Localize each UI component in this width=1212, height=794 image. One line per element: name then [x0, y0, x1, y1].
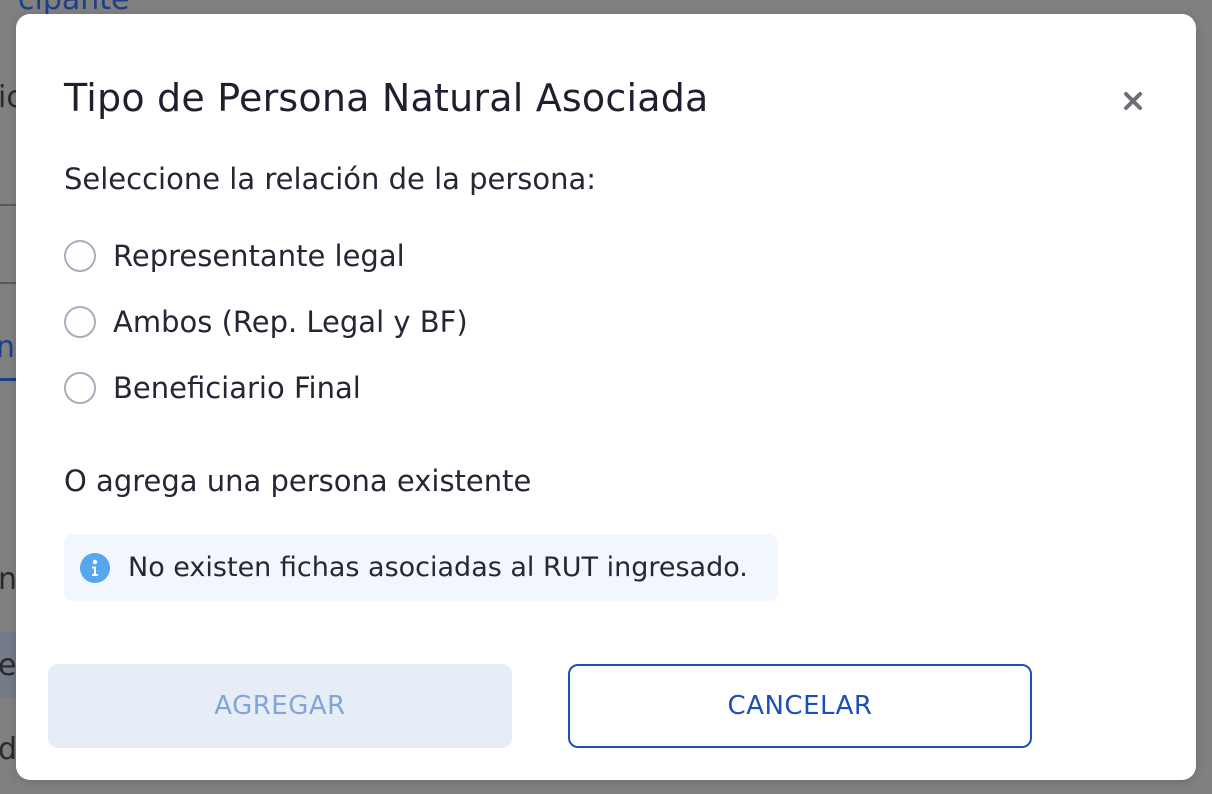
radio-option-legal-representative[interactable]: Representante legal — [64, 236, 405, 276]
radio-option-both[interactable]: Ambos (Rep. Legal y BF) — [64, 302, 468, 342]
background-text-fragment: de — [0, 732, 16, 767]
associated-person-dialog: Tipo de Persona Natural Asociada Selecci… — [16, 14, 1196, 780]
close-button[interactable] — [1116, 84, 1150, 118]
close-icon — [1124, 92, 1142, 110]
radio-label: Beneficiario Final — [113, 371, 361, 405]
existing-person-heading: O agrega una persona existente — [64, 464, 532, 498]
info-icon — [80, 552, 110, 583]
radio-button[interactable] — [64, 240, 96, 272]
radio-button[interactable] — [64, 306, 96, 338]
background-text-fragment: e — [0, 648, 16, 683]
background-text-fragment: n — [0, 562, 16, 597]
background-text-fragment: ic — [0, 80, 16, 115]
radio-button[interactable] — [64, 372, 96, 404]
radio-label: Representante legal — [113, 239, 405, 273]
background-tab-fragment: na — [0, 330, 16, 365]
info-text: No existen fichas asociadas al RUT ingre… — [128, 552, 748, 583]
dialog-title: Tipo de Persona Natural Asociada — [64, 76, 709, 120]
cancel-button[interactable]: CANCELAR — [568, 664, 1032, 748]
add-button[interactable]: AGREGAR — [48, 664, 512, 748]
radio-option-final-beneficiary[interactable]: Beneficiario Final — [64, 368, 361, 408]
relation-prompt: Seleccione la relación de la persona: — [64, 162, 597, 196]
info-message: No existen fichas asociadas al RUT ingre… — [64, 534, 778, 601]
radio-label: Ambos (Rep. Legal y BF) — [113, 305, 468, 339]
